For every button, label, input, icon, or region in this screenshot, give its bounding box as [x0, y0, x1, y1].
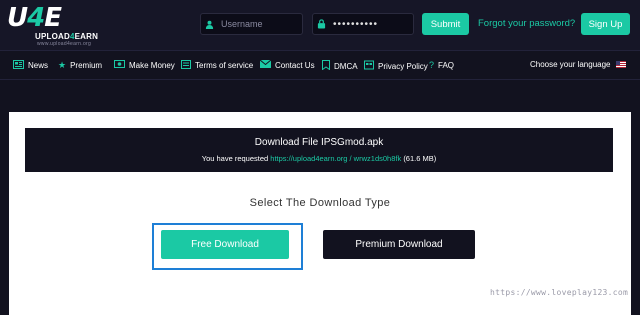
username-field[interactable]: Username — [200, 13, 303, 35]
password-field[interactable]: •••••••••• — [312, 13, 414, 35]
nav-item-make-money[interactable]: Make Money — [114, 60, 175, 70]
forgot-password-link[interactable]: Forgot your password? — [478, 18, 575, 29]
nav-label-news: News — [28, 61, 49, 70]
nav-label-terms: Terms of service — [195, 61, 254, 70]
nav-item-news[interactable]: News — [13, 60, 48, 71]
document-icon — [181, 60, 191, 71]
envelope-icon — [259, 59, 272, 70]
us-flag-icon — [615, 61, 626, 68]
question-icon: ? — [429, 60, 435, 70]
language-label: Choose your language — [530, 60, 611, 69]
username-placeholder: Username — [221, 19, 263, 29]
logo-mark: U4E — [7, 3, 62, 33]
nav-label-dmca: DMCA — [334, 61, 358, 71]
logo-name: UPLOAD4EARN — [35, 32, 99, 41]
select-type-heading: Select The Download Type — [249, 197, 391, 209]
bookmark-icon — [322, 60, 330, 72]
user-icon — [201, 14, 217, 34]
newspaper-icon — [13, 60, 24, 71]
watermark-text: https://www.loveplay123.com — [490, 288, 629, 297]
nav-item-terms[interactable]: Terms of service — [181, 60, 253, 71]
nav-label-premium: Premium — [70, 61, 103, 70]
star-icon: ★ — [58, 60, 67, 70]
language-selector[interactable]: Choose your language — [530, 60, 626, 69]
shield-icon — [364, 60, 374, 72]
requested-prefix: You have requested — [201, 154, 269, 163]
free-download-button[interactable]: Free Download — [161, 230, 289, 259]
file-requested-line: You have requested https://upload4earn.o… — [25, 154, 613, 163]
nav-item-contact[interactable]: Contact Us — [259, 59, 315, 70]
nav-label-faq: FAQ — [438, 60, 455, 70]
file-info-box: Download File IPSGmod.apk You have reque… — [25, 128, 613, 172]
download-panel: Download File IPSGmod.apk You have reque… — [9, 112, 631, 315]
main-nav: News ★ Premium Make Money Terms of servi… — [0, 50, 640, 80]
nav-item-dmca[interactable]: DMCA — [322, 60, 358, 72]
requested-link[interactable]: https://upload4earn.org / wrwz1ds0h8fk — [270, 154, 401, 163]
submit-button[interactable]: Submit — [422, 13, 469, 35]
nav-label-make-money: Make Money — [129, 60, 175, 70]
signup-button[interactable]: Sign Up — [581, 13, 630, 35]
nav-label-contact: Contact Us — [275, 60, 315, 70]
site-logo[interactable]: U4E UPLOAD4EARN www.upload4earn.org — [5, 3, 105, 47]
password-value: •••••••••• — [333, 18, 379, 30]
nav-item-premium[interactable]: ★ Premium — [58, 60, 102, 71]
file-title: Download File IPSGmod.apk — [254, 137, 384, 148]
requested-size: (61.6 MB) — [403, 154, 437, 163]
logo-sub: www.upload4earn.org — [37, 41, 92, 47]
nav-label-privacy: Privacy Policy — [378, 61, 428, 71]
nav-item-faq[interactable]: ? FAQ — [429, 60, 454, 70]
money-icon — [114, 60, 125, 70]
nav-item-privacy[interactable]: Privacy Policy — [364, 60, 428, 72]
premium-download-button[interactable]: Premium Download — [323, 230, 475, 259]
lock-icon — [313, 14, 329, 34]
site-header: U4E UPLOAD4EARN www.upload4earn.org User… — [0, 0, 640, 50]
